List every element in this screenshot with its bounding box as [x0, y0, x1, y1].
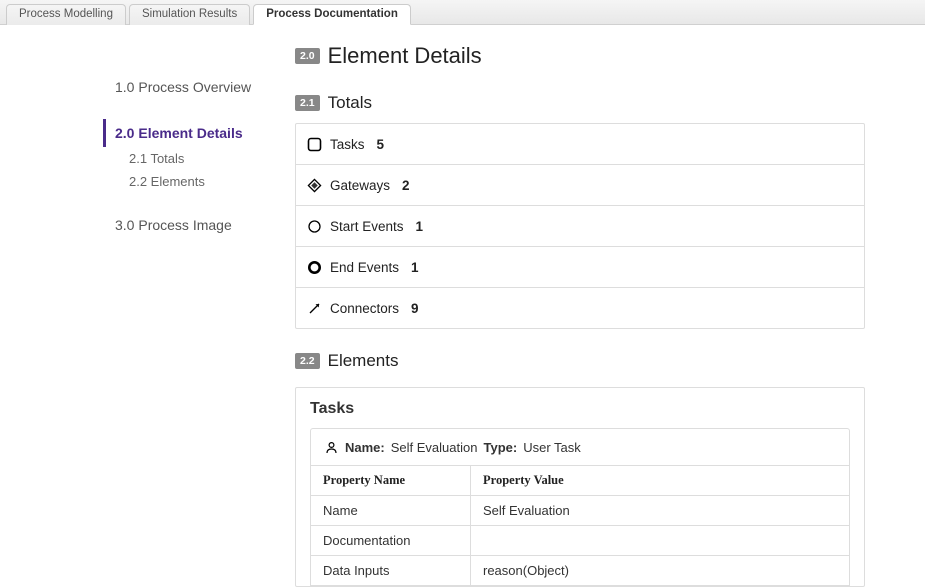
tasks-heading: Tasks [310, 400, 850, 418]
col-property-name: Property Name [311, 466, 471, 496]
section-badge: 2.1 [295, 95, 320, 111]
toc-item-process-overview[interactable]: 1.0 Process Overview [105, 73, 295, 101]
total-value: 1 [416, 219, 424, 234]
prop-name: Name [311, 496, 471, 526]
total-row-end-events: End Events 1 [296, 247, 864, 288]
user-task-icon [323, 439, 339, 455]
toc-sub-elements[interactable]: 2.2 Elements [105, 170, 295, 193]
task-name-value: Self Evaluation [391, 440, 478, 455]
total-value: 1 [411, 260, 419, 275]
section-title: Elements [328, 351, 399, 371]
total-label: Tasks [330, 137, 365, 152]
total-label: End Events [330, 260, 399, 275]
prop-name: Data Inputs [311, 556, 471, 586]
task-name-label: Name: [345, 440, 385, 455]
total-row-tasks: Tasks 5 [296, 124, 864, 165]
totals-box: Tasks 5 Gateways 2 Start Events 1 [295, 123, 865, 329]
main-panel: 2.0 Element Details 2.1 Totals Tasks 5 G… [295, 43, 925, 587]
total-label: Start Events [330, 219, 404, 234]
total-label: Connectors [330, 301, 399, 316]
task-header: Name: Self Evaluation Type: User Task [310, 428, 850, 466]
section-badge: 2.2 [295, 353, 320, 369]
section-elements-head: 2.2 Elements [295, 351, 865, 371]
total-row-connectors: Connectors 9 [296, 288, 864, 328]
connector-icon [306, 300, 322, 316]
tab-process-documentation[interactable]: Process Documentation [253, 4, 411, 25]
task-type-label: Type: [483, 440, 517, 455]
total-value: 2 [402, 178, 410, 193]
toc-item-process-image[interactable]: 3.0 Process Image [105, 211, 295, 239]
total-row-start-events: Start Events 1 [296, 206, 864, 247]
col-property-value: Property Value [471, 466, 850, 496]
section-badge: 2.0 [295, 48, 320, 64]
prop-name: Documentation [311, 526, 471, 556]
start-event-icon [306, 218, 322, 234]
tab-simulation-results[interactable]: Simulation Results [129, 4, 250, 25]
page-title: Element Details [328, 43, 482, 69]
prop-value: reason(Object) [471, 556, 850, 586]
prop-value [471, 526, 850, 556]
task-properties-table: Property Name Property Value Name Self E… [310, 466, 850, 586]
table-row: Name Self Evaluation [311, 496, 850, 526]
table-row: Documentation [311, 526, 850, 556]
section-totals-head: 2.1 Totals [295, 93, 865, 113]
section-title: Totals [328, 93, 372, 113]
prop-value: Self Evaluation [471, 496, 850, 526]
content: 1.0 Process Overview 2.0 Element Details… [0, 25, 925, 587]
task-icon [306, 136, 322, 152]
tasks-box: Tasks Name: Self Evaluation Type: User T… [295, 387, 865, 587]
toc-sub-totals[interactable]: 2.1 Totals [105, 147, 295, 170]
toc-sidebar: 1.0 Process Overview 2.0 Element Details… [0, 43, 295, 587]
task-type-value: User Task [523, 440, 581, 455]
total-value: 5 [377, 137, 385, 152]
total-label: Gateways [330, 178, 390, 193]
total-value: 9 [411, 301, 419, 316]
tab-process-modelling[interactable]: Process Modelling [6, 4, 126, 25]
end-event-icon [306, 259, 322, 275]
gateway-icon [306, 177, 322, 193]
tab-bar: Process Modelling Simulation Results Pro… [0, 0, 925, 25]
toc-item-element-details[interactable]: 2.0 Element Details [103, 119, 295, 147]
total-row-gateways: Gateways 2 [296, 165, 864, 206]
section-element-details-head: 2.0 Element Details [295, 43, 865, 69]
table-row: Data Inputs reason(Object) [311, 556, 850, 586]
